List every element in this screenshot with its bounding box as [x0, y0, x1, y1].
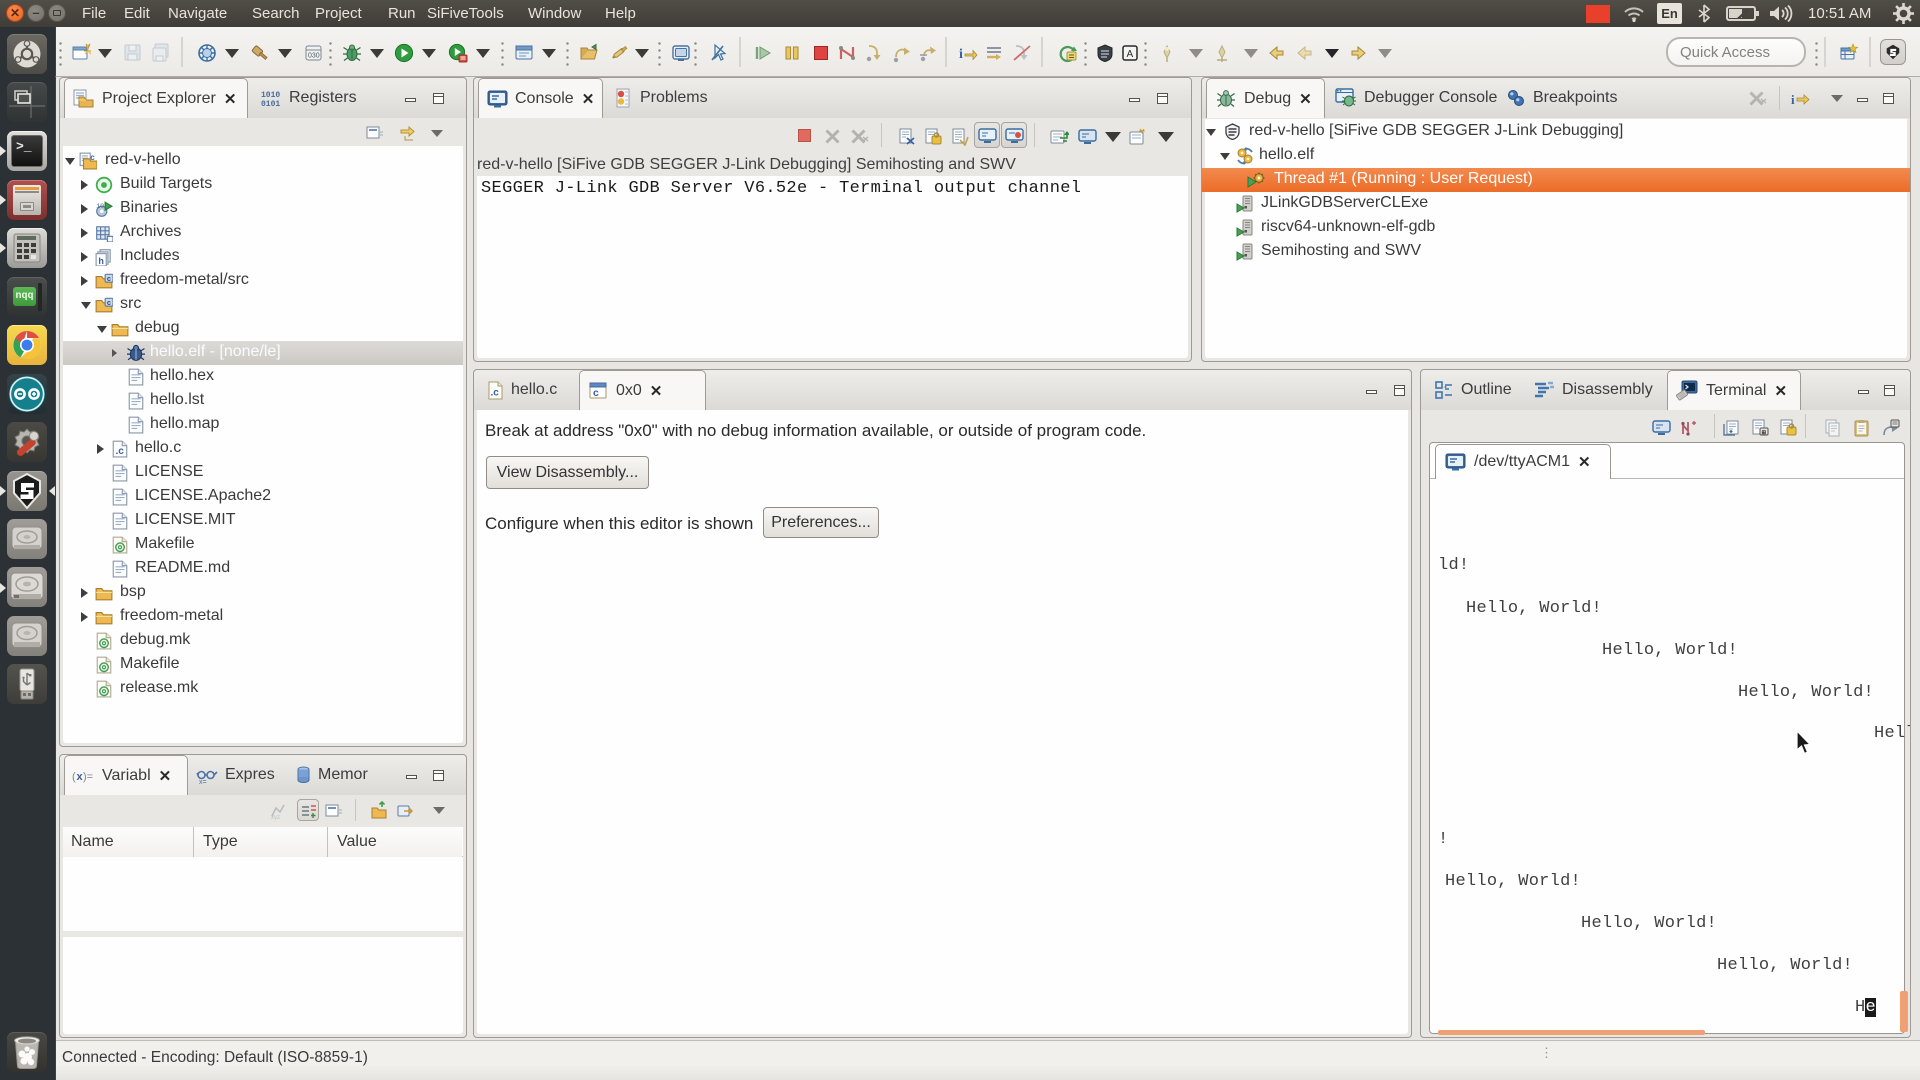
- svg-text:0101: 0101: [261, 100, 280, 108]
- svg-text:h: h: [98, 256, 104, 266]
- svg-text:.c: .c: [116, 446, 125, 457]
- svg-text:i: i: [959, 47, 963, 62]
- svg-text:10: 10: [96, 203, 104, 211]
- svg-text:030: 030: [308, 53, 320, 60]
- svg-text:c: c: [90, 153, 95, 162]
- svg-text:⊞: ⊞: [1762, 430, 1767, 436]
- svg-text:)=: )=: [83, 771, 93, 783]
- svg-text:i: i: [1791, 92, 1795, 107]
- svg-text:c: c: [593, 387, 599, 399]
- svg-text:.c: .c: [491, 387, 500, 398]
- svg-text:xyz: xyz: [271, 815, 280, 820]
- svg-text:1010: 1010: [261, 91, 280, 100]
- svg-text:c: c: [107, 298, 111, 307]
- svg-text:(: (: [72, 771, 76, 783]
- svg-text:c: c: [107, 274, 111, 283]
- svg-text:x=: x=: [199, 779, 207, 785]
- svg-text:A: A: [1127, 49, 1134, 60]
